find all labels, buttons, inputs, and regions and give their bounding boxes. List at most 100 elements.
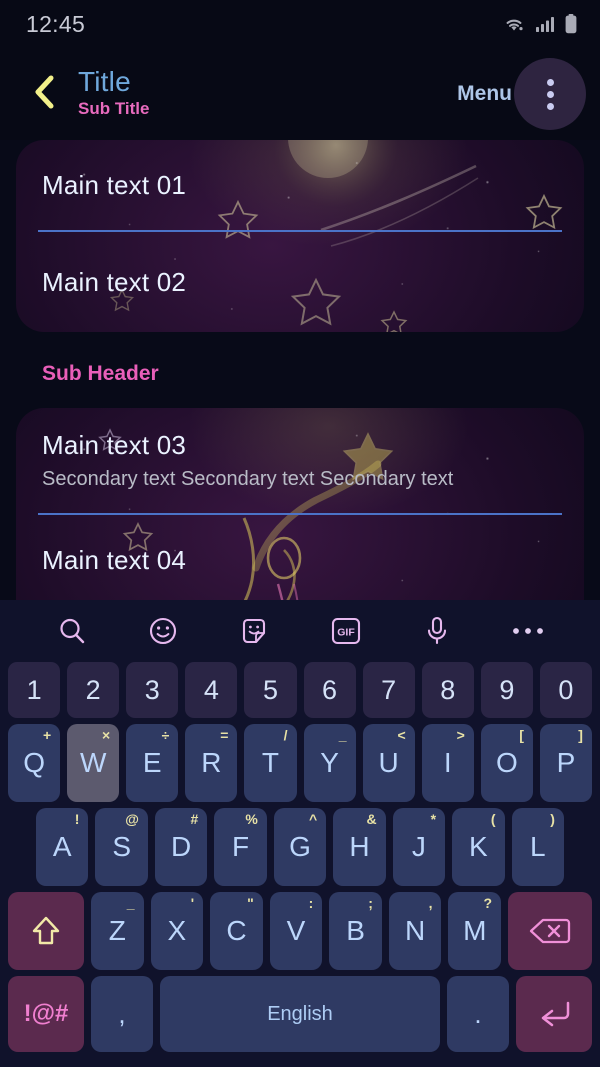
key-a-label: A [52, 831, 72, 862]
enter-return-icon [535, 998, 573, 1030]
page-subtitle: Sub Title [78, 99, 150, 119]
key-l-sup: ) [550, 811, 555, 827]
search-icon[interactable] [48, 607, 96, 655]
key-m[interactable]: ? M [448, 892, 502, 970]
menu-button[interactable]: Menu [457, 82, 512, 106]
sticker-icon[interactable] [230, 607, 278, 655]
gif-icon[interactable]: GIF [322, 607, 370, 655]
key-b[interactable]: ; B [329, 892, 382, 970]
more-vertical-icon-dot [546, 78, 554, 86]
key-j[interactable]: * J [392, 808, 446, 886]
key-2[interactable]: 2 [67, 662, 120, 718]
status-time: 12:45 [26, 10, 86, 37]
key-h[interactable]: & H [333, 808, 386, 886]
key-l-label: L [529, 831, 546, 862]
key-n[interactable]: , N [388, 892, 442, 970]
key-v-sup: : [308, 895, 314, 911]
key-k-label: K [468, 831, 488, 862]
key-k[interactable]: ( K [452, 808, 505, 886]
key-w-sup: × [102, 727, 111, 743]
microphone-icon[interactable] [413, 607, 461, 655]
key-a[interactable]: ! A [36, 808, 89, 886]
key-w-label: W [79, 747, 107, 778]
key-0[interactable]: 0 [539, 662, 592, 718]
key-6[interactable]: 6 [303, 662, 356, 718]
key-b-label: B [346, 915, 365, 946]
list-divider [38, 513, 562, 515]
key-y[interactable]: _ Y [303, 724, 356, 802]
key-p[interactable]: ] P [539, 724, 592, 802]
emoji-icon[interactable] [139, 607, 187, 655]
key-5[interactable]: 5 [244, 662, 297, 718]
keyboard-row-bottom: !@# , English . [4, 976, 596, 1052]
key-v-label: V [286, 915, 306, 946]
signal-icon [535, 14, 555, 34]
key-v[interactable]: : V [269, 892, 323, 970]
key-k-sup: ( [490, 811, 496, 827]
list-item-main-text: Main text 03 [42, 430, 187, 460]
battery-icon [564, 13, 578, 35]
enter-key[interactable] [516, 976, 592, 1052]
shift-key[interactable] [7, 892, 84, 970]
key-r[interactable]: = R [185, 724, 238, 802]
comma-key[interactable]: , [91, 976, 153, 1052]
key-m-label: M [463, 915, 487, 946]
key-x[interactable]: ' X [150, 892, 204, 970]
key-c[interactable]: " C [210, 892, 263, 970]
overflow-menu-button[interactable] [514, 58, 586, 130]
key-8[interactable]: 8 [421, 662, 474, 718]
key-t[interactable]: / T [244, 724, 297, 802]
key-f[interactable]: % F [214, 808, 267, 886]
key-y-sup: _ [338, 727, 347, 743]
status-icon-group [502, 13, 578, 35]
phone-screen: 12: 45 Title Sub Title Menu Main text 01 … [0, 0, 600, 1067]
keyboard-row-asdf: ! A @ S # D % F ^ G & H * J (K) L [4, 808, 596, 886]
key-d-label: D [171, 831, 192, 862]
key-l[interactable]: ) L [511, 808, 564, 886]
key-t-label: T [261, 747, 279, 778]
period-key[interactable]: . [447, 976, 509, 1052]
key-g[interactable]: ^ G [273, 808, 327, 886]
content-list[interactable]: Main text 01 Main text 02 Sub Header Mai… [0, 140, 600, 600]
list-item[interactable]: Main text 01 [16, 140, 584, 230]
key-q-sup: + [42, 727, 52, 743]
backspace-key[interactable] [508, 892, 593, 970]
more-horizontal-icon[interactable] [504, 607, 552, 655]
chevron-left-icon [30, 72, 58, 117]
key-w[interactable]: × W [67, 724, 120, 802]
key-o[interactable]: [ O [480, 724, 533, 802]
key-y-label: Y [320, 747, 339, 778]
key-d-sup: # [190, 811, 199, 827]
key-c-label: C [226, 915, 247, 946]
space-key[interactable]: English [160, 976, 440, 1052]
key-n-label: N [405, 915, 426, 946]
key-4[interactable]: 4 [185, 662, 238, 718]
key-e[interactable]: ÷ E [126, 724, 179, 802]
key-s-sup: @ [125, 811, 139, 827]
on-screen-keyboard: GIF 1 2 3 4 5 6 7 8 9 0 + Q × W ÷ E = R … [0, 600, 600, 1067]
key-o-sup: [ [519, 727, 524, 743]
list-item[interactable]: Main text 04 [16, 515, 584, 600]
key-i[interactable]: > I [421, 724, 474, 802]
key-u[interactable]: < U [362, 724, 415, 802]
key-q[interactable]: + Q [8, 724, 61, 802]
key-r-label: R [201, 747, 222, 778]
key-7[interactable]: 7 [362, 662, 415, 718]
key-s[interactable]: @ S [95, 808, 148, 886]
key-d[interactable]: # D [154, 808, 208, 886]
key-9[interactable]: 9 [480, 662, 533, 718]
keyboard-row-qwerty: + Q × W ÷ E = R / T _ Y < U > I [O] P [4, 724, 596, 802]
key-z[interactable]: _ Z [90, 892, 144, 970]
key-s-label: S [112, 831, 132, 862]
key-3[interactable]: 3 [126, 662, 179, 718]
key-c-sup: " [247, 895, 254, 911]
symbols-key[interactable]: !@# [8, 976, 84, 1052]
status-bar: 12:45 [0, 0, 600, 48]
key-f-label: F [232, 831, 250, 862]
back-button[interactable] [22, 70, 66, 118]
key-e-label: E [142, 747, 162, 778]
list-item[interactable]: Main text 02 [16, 232, 584, 332]
key-1[interactable]: 1 [8, 662, 61, 718]
list-item[interactable]: Main text 03 Secondary text Secondary te… [16, 408, 584, 513]
keyboard-toolbar: GIF [0, 600, 600, 662]
